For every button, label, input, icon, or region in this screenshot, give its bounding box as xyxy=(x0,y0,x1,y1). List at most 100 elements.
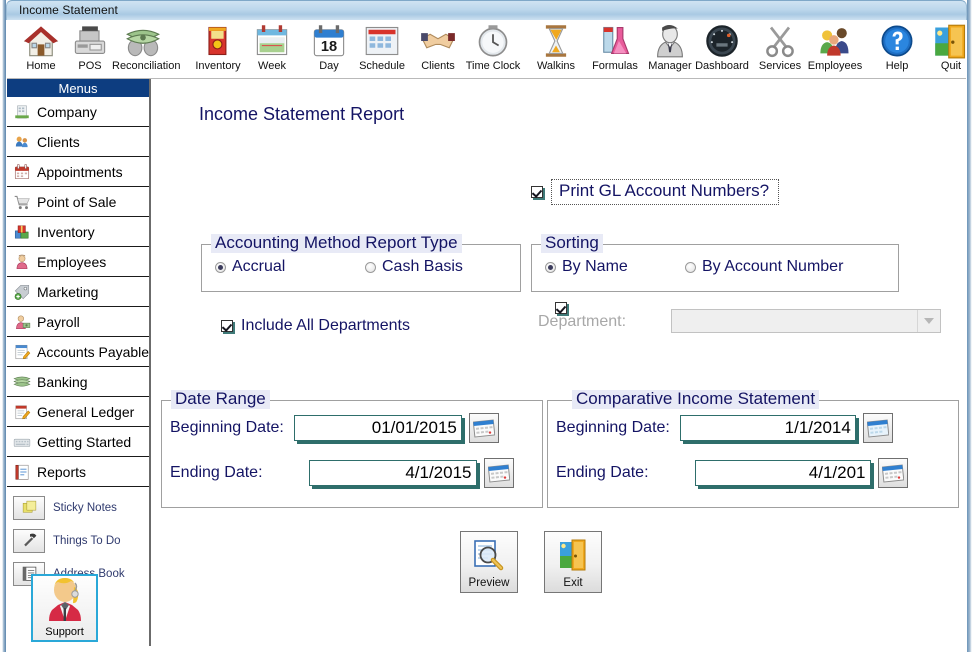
page-title: Income Statement Report xyxy=(199,104,405,124)
toolbar-button-label: Time Clock xyxy=(465,60,521,72)
sidebar-item-banking[interactable]: Banking xyxy=(7,367,149,397)
toolbar-button-services[interactable]: Services xyxy=(749,22,811,77)
toolbar-button-week[interactable]: Week xyxy=(241,22,303,77)
window-titlebar: Income Statement xyxy=(6,0,967,20)
print-gl-label: Print GL Account Numbers? xyxy=(551,179,780,205)
handshake-icon xyxy=(407,22,469,60)
sidebar-item-label: Point of Sale xyxy=(37,193,117,210)
toolbar-button-dashboard[interactable]: Dashboard xyxy=(691,22,753,77)
preview-button[interactable]: Preview xyxy=(460,531,518,593)
sidebar-item-label: Inventory xyxy=(37,223,95,240)
date-range-beginning-calendar-button[interactable] xyxy=(468,413,499,443)
comparative-beginning-calendar-button[interactable] xyxy=(862,413,893,443)
comparative-income-statement-checkbox[interactable] xyxy=(555,302,567,314)
flask-icon xyxy=(584,22,646,60)
sidebar-tool-label: Things To Do xyxy=(53,534,121,547)
sidebar-item-appointments[interactable]: Appointments xyxy=(7,157,149,187)
sidebar-tool-label: Sticky Notes xyxy=(53,501,117,514)
include-all-departments-row: Include All Departments xyxy=(221,317,410,335)
window-left-border xyxy=(0,0,6,652)
comparative-ending-input[interactable]: 4/1/201 xyxy=(694,460,871,486)
by-name-radio-button[interactable] xyxy=(545,261,556,273)
comparative-beginning-label: Beginning Date: xyxy=(556,419,670,436)
sidebar-item-accounts-payable[interactable]: Accounts Payable xyxy=(7,337,149,367)
sidebar-item-label: Getting Started xyxy=(37,433,132,450)
sidebar-item-payroll[interactable]: Payroll xyxy=(7,307,149,337)
toolbar-button-label: Dashboard xyxy=(695,60,749,72)
date-range-legend: Date Range xyxy=(171,390,270,409)
print-gl-checkbox[interactable] xyxy=(531,186,543,198)
exit-button[interactable]: Exit xyxy=(544,531,602,593)
preview-button-label: Preview xyxy=(468,577,510,589)
include-all-departments-checkbox[interactable] xyxy=(221,320,233,332)
hammer-icon[interactable] xyxy=(13,528,45,553)
product-box-icon xyxy=(187,22,249,60)
toolbar-button-label: Schedule xyxy=(359,60,405,72)
toolbar-button-label: Walkins xyxy=(536,60,576,72)
toolbar-button-label: Week xyxy=(258,60,286,72)
date-range-beginning-input[interactable]: 01/01/2015 xyxy=(293,415,462,441)
calendar-picker-icon xyxy=(472,419,495,438)
money-bills-icon xyxy=(112,22,174,60)
department-select[interactable] xyxy=(671,309,941,333)
hourglass-icon xyxy=(525,22,587,60)
sidebar-tool-things-to-do[interactable]: Things To Do xyxy=(7,524,149,557)
date-range-ending-label: Ending Date: xyxy=(170,464,263,481)
toolbar-button-walkins[interactable]: Walkins xyxy=(525,22,587,77)
toolbar-button-help[interactable]: Help xyxy=(866,22,928,77)
chevron-down-icon[interactable] xyxy=(917,310,940,332)
cash-basis-radio-button[interactable] xyxy=(365,261,376,273)
date-range-ending-calendar-button[interactable] xyxy=(483,458,514,488)
toolbar-button-schedule[interactable]: Schedule xyxy=(351,22,413,77)
support-button-label: Support xyxy=(45,626,84,638)
invoice-pen-icon xyxy=(11,342,33,362)
application-window: Income Statement Home POS Reconciliation In… xyxy=(0,0,973,652)
radio-by-name[interactable]: By Name xyxy=(545,258,628,276)
comparative-beginning-input[interactable]: 1/1/2014 xyxy=(679,415,856,441)
preview-magnifier-icon xyxy=(472,532,506,577)
sidebar-header: Menus xyxy=(7,79,149,97)
toolbar-button-clients[interactable]: Clients xyxy=(407,22,469,77)
accrual-radio-button[interactable] xyxy=(215,261,226,273)
sidebar-item-company[interactable]: Company xyxy=(7,97,149,127)
sidebar-item-inventory[interactable]: Inventory xyxy=(7,217,149,247)
sidebar-tool-sticky-notes[interactable]: Sticky Notes xyxy=(7,491,149,524)
window-title: Income Statement xyxy=(19,3,118,17)
person-icon xyxy=(11,252,33,272)
toolbar-button-label: Help xyxy=(885,60,909,72)
radio-cash-basis[interactable]: Cash Basis xyxy=(365,258,463,276)
sidebar-item-marketing[interactable]: Marketing xyxy=(7,277,149,307)
toolbar-button-inventory[interactable]: Inventory xyxy=(187,22,249,77)
sidebar-menu-list: Company Clients Appointments Point of Sale I… xyxy=(7,97,149,487)
sidebar-item-clients[interactable]: Clients xyxy=(7,127,149,157)
toolbar-button-employees[interactable]: Employees xyxy=(804,22,866,77)
toolbar-button-quit[interactable]: Quit xyxy=(920,22,973,77)
toolbar-button-time-clock[interactable]: Time Clock xyxy=(462,22,524,77)
sidebar-item-reports[interactable]: Reports xyxy=(7,457,149,487)
by-account-number-radio-button[interactable] xyxy=(685,261,696,273)
date-range-beginning-label: Beginning Date: xyxy=(170,419,284,436)
support-button[interactable]: Support xyxy=(31,574,98,642)
window-right-border xyxy=(967,0,973,652)
date-range-ending-input[interactable]: 4/1/2015 xyxy=(308,460,477,486)
toolbar-button-formulas[interactable]: Formulas xyxy=(584,22,646,77)
calendar-picker-icon xyxy=(866,419,889,438)
toolbar-button-reconciliation[interactable]: Reconciliation xyxy=(112,22,180,77)
sidebar-item-label: Appointments xyxy=(37,163,123,180)
sidebar-item-getting-started[interactable]: Getting Started xyxy=(7,427,149,457)
comparative-beginning-row: Beginning Date: 1/1/2014 xyxy=(556,413,893,443)
radio-by-account-number[interactable]: By Account Number xyxy=(685,258,843,276)
building-icon xyxy=(11,102,33,122)
support-agent-icon xyxy=(45,577,85,626)
sticky-notes-icon[interactable] xyxy=(13,495,45,520)
accounting-method-legend: Accounting Method Report Type xyxy=(211,234,462,253)
toolbar-button-label: Quit xyxy=(940,60,962,72)
radio-accrual[interactable]: Accrual xyxy=(215,258,285,276)
sidebar-item-general-ledger[interactable]: General Ledger xyxy=(7,397,149,427)
date-range-groupbox: Date Range Beginning Date: 01/01/2015 En… xyxy=(161,390,543,508)
sidebar-item-point-of-sale[interactable]: Point of Sale xyxy=(7,187,149,217)
sidebar-item-employees[interactable]: Employees xyxy=(7,247,149,277)
comparative-ending-calendar-button[interactable] xyxy=(877,458,908,488)
sorting-legend: Sorting xyxy=(541,234,603,253)
tag-plus-icon xyxy=(11,282,33,302)
